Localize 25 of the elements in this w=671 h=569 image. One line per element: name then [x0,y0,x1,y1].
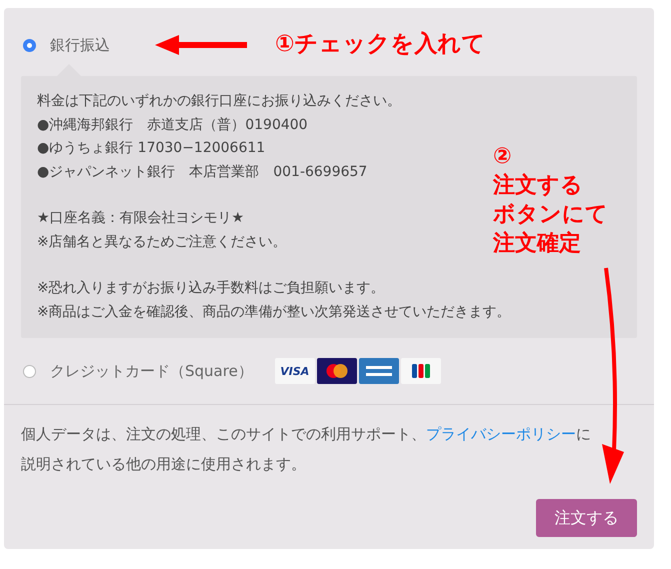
radio-button[interactable] [23,364,36,378]
description-line: ※恐れ入りますがお振り込み手数料はご負担願います。 [37,279,385,298]
annotation-text: ボタンにて [493,201,608,229]
annotation-text: 注文する [493,172,583,200]
order-button[interactable]: 注文する [536,499,637,537]
visa-logo: VISA [274,358,315,384]
description-line: 料金は下記のいずれかの銀行口座にお振り込みください。 [37,92,401,111]
amex-icon [358,358,399,384]
privacy-notice: 個人データは、注文の処理、このサイトでの利用サポート、プライバシーポリシーに説明されている他の用途に使用されます。 [21,424,592,475]
description-line: ★口座名義：有限会社ヨシモリ★ [37,209,244,228]
description-line: ●ゆうちょ銀行 17030−12006611 [37,139,266,158]
arrow-icon [155,35,247,55]
jcb-icon [400,358,441,384]
annotation-text: ② [493,143,512,171]
description-line: ●沖縄海邦銀行 赤道支店（普）0190400 [37,116,308,134]
mastercard-icon [316,358,357,384]
description-line: ●ジャパンネット銀行 本店営業部 001-6699657 [37,162,368,182]
annotation-text: ①チェックを入れて [275,30,486,59]
radio-button[interactable] [23,38,36,52]
annotation-text: 注文確定 [493,230,581,258]
description-line: ※店舗名と異なるためご注意ください。 [37,232,287,252]
payment-method-label: 銀行振込 [50,36,110,54]
privacy-policy-link[interactable]: プライバシーポリシー [426,425,576,443]
payment-method-label: クレジットカード（Square） [50,362,253,380]
description-line: ※商品はご入金を確認後、商品の準備が整い次第発送させていただきます。 [37,302,511,322]
